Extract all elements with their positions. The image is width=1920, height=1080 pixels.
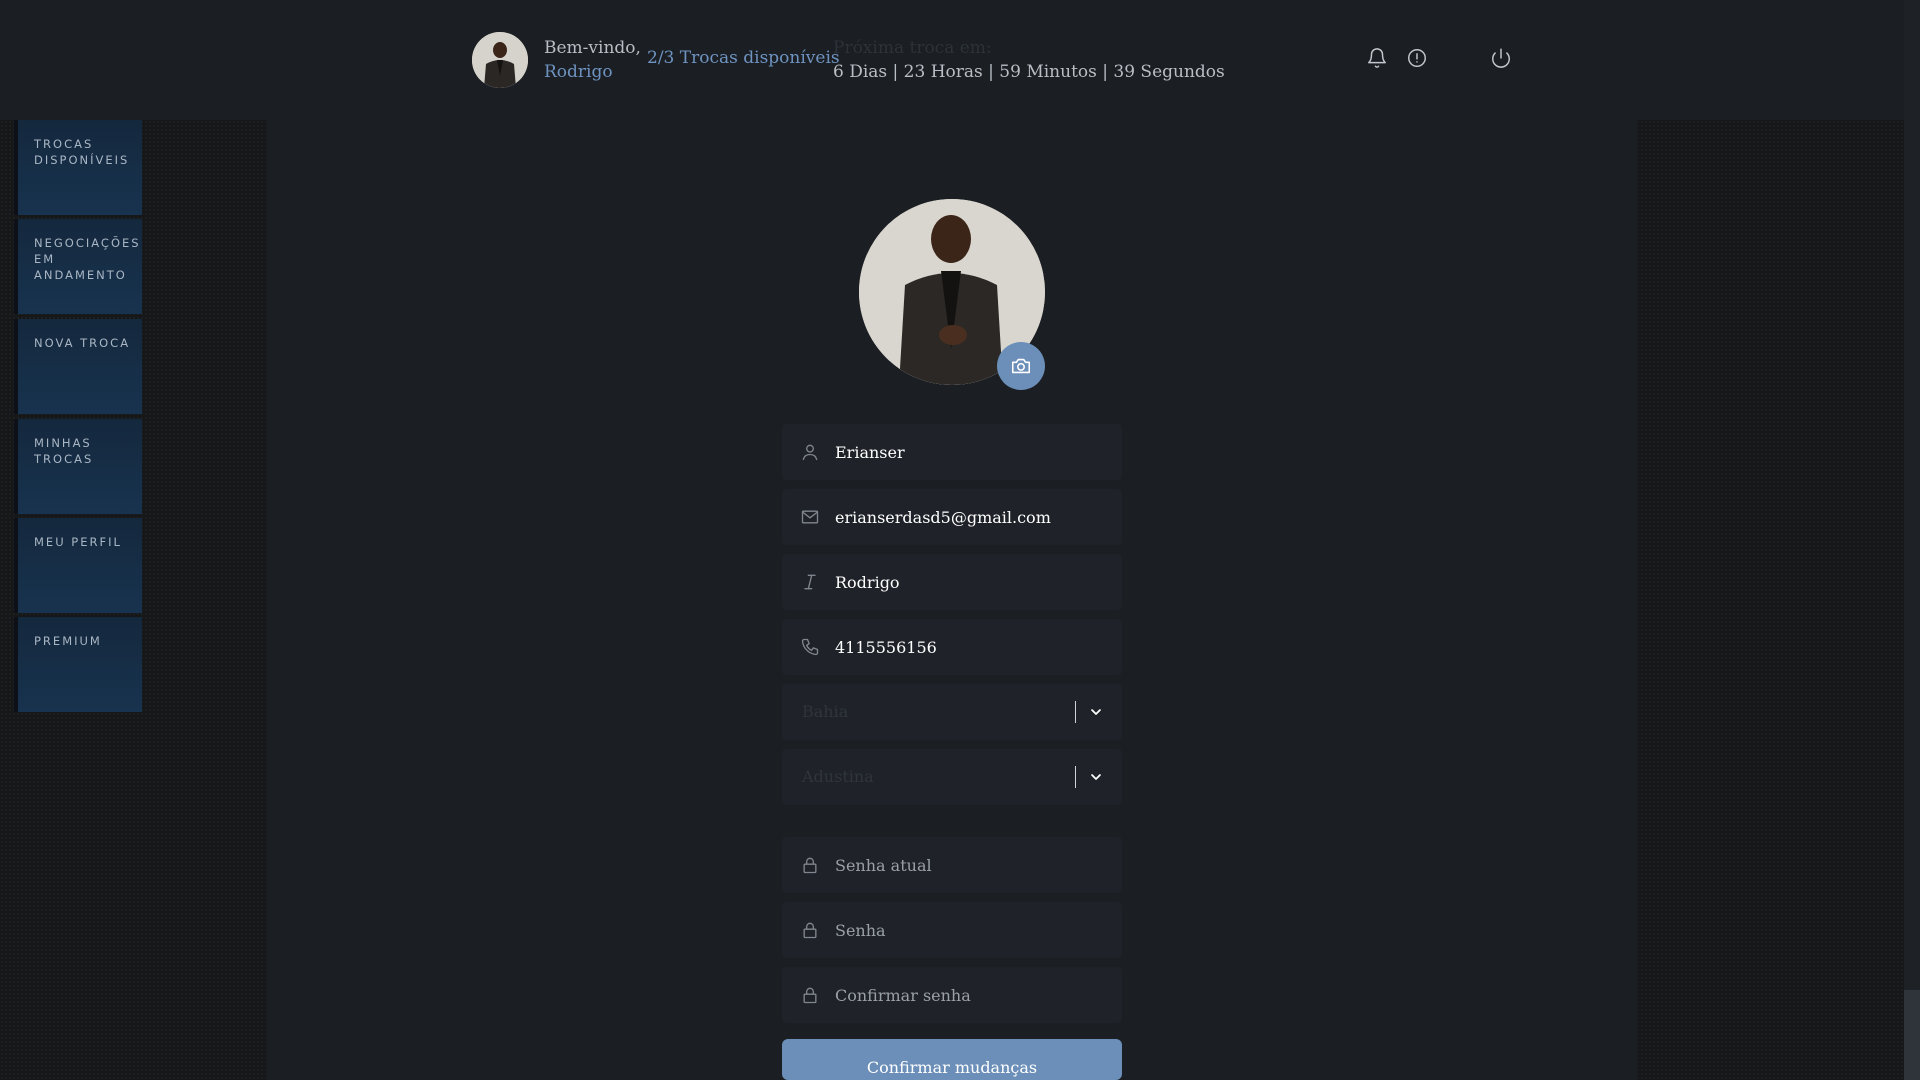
phone-input[interactable] (835, 619, 1115, 675)
sidebar-item-label: TROCAS DISPONÍVEIS (34, 137, 130, 167)
state-selected-value: Bahia (802, 702, 849, 721)
current-password-input[interactable] (835, 837, 1115, 893)
sidebar-item-minhas-trocas[interactable]: MINHAS TROCAS (14, 419, 142, 514)
welcome-text: Bem-vindo, Rodrigo (544, 36, 641, 84)
user-icon (800, 442, 820, 462)
lock-icon (800, 920, 820, 940)
confirm-password-field[interactable] (782, 967, 1122, 1023)
next-trade-timer: Próxima troca em: 6 Dias | 23 Horas | 59… (833, 36, 1225, 84)
sidebar-item-premium[interactable]: PREMIUM (14, 617, 142, 712)
sidebar-item-label: MEU PERFIL (34, 535, 122, 549)
name-input[interactable] (835, 554, 1115, 610)
chevron-down-icon[interactable] (1088, 704, 1104, 720)
phone-field[interactable] (782, 619, 1122, 675)
confirm-password-input[interactable] (835, 967, 1115, 1023)
sidebar-item-negociacoes[interactable]: NEGOCIAÇÕES EM ANDAMENTO (14, 219, 142, 314)
sidebar-item-label: NOVA TROCA (34, 336, 131, 350)
phone-icon (800, 637, 820, 657)
username-input[interactable] (835, 424, 1115, 480)
top-bar: Bem-vindo, Rodrigo 2/3 Trocas disponívei… (0, 0, 1904, 120)
sidebar-item-meu-perfil[interactable]: MEU PERFIL (14, 518, 142, 613)
scrollbar-track[interactable] (1904, 0, 1920, 1080)
sidebar-item-trocas-disponiveis[interactable]: TROCAS DISPONÍVEIS (14, 120, 142, 215)
camera-icon (1011, 358, 1031, 374)
name-field[interactable] (782, 554, 1122, 610)
city-selected-value: Adustina (802, 767, 874, 786)
avatar[interactable] (472, 32, 528, 88)
select-separator (1075, 766, 1076, 788)
italic-text-icon (800, 572, 820, 592)
greeting-label: Bem-vindo, (544, 38, 641, 58)
state-select[interactable]: Bahia (782, 684, 1122, 740)
email-field[interactable] (782, 489, 1122, 545)
scrollbar-thumb[interactable] (1904, 990, 1920, 1080)
next-trade-label: Próxima troca em: (833, 38, 992, 58)
change-photo-button[interactable] (997, 342, 1045, 390)
current-password-field[interactable] (782, 837, 1122, 893)
chevron-down-icon[interactable] (1088, 769, 1104, 785)
username-link[interactable]: Rodrigo (544, 60, 641, 84)
city-select[interactable]: Adustina (782, 749, 1122, 805)
select-separator (1075, 701, 1076, 723)
lock-icon (800, 855, 820, 875)
sidebar-item-label: NEGOCIAÇÕES EM ANDAMENTO (34, 236, 141, 282)
sidebar-item-label: MINHAS TROCAS (34, 436, 94, 466)
countdown-text: 6 Dias | 23 Horas | 59 Minutos | 39 Segu… (833, 62, 1225, 82)
bell-icon[interactable] (1366, 47, 1388, 69)
password-field[interactable] (782, 902, 1122, 958)
email-input[interactable] (835, 489, 1115, 545)
password-input[interactable] (835, 902, 1115, 958)
confirm-changes-button[interactable]: Confirmar mudanças (782, 1039, 1122, 1080)
lock-icon (800, 985, 820, 1005)
alert-circle-icon[interactable] (1406, 47, 1428, 69)
sidebar-item-nova-troca[interactable]: NOVA TROCA (14, 319, 142, 414)
username-field[interactable] (782, 424, 1122, 480)
sidebar-item-label: PREMIUM (34, 634, 102, 648)
mail-icon (800, 507, 820, 527)
power-icon[interactable] (1490, 47, 1512, 69)
trades-available-counter[interactable]: 2/3 Trocas disponíveis (647, 48, 840, 68)
